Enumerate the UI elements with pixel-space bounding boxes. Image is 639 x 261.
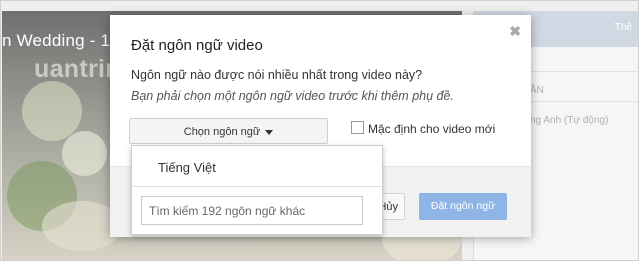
dialog-question: Ngôn ngữ nào được nói nhiều nhất trong v… [131, 68, 423, 82]
choose-language-button[interactable]: Chọn ngôn ngữ [129, 118, 328, 144]
panel-auto-language[interactable]: ng Anh (Tự động) [530, 115, 608, 126]
language-search-input[interactable] [141, 196, 363, 225]
panel-lang-label: ẦN [530, 85, 544, 96]
flower-decoration [22, 81, 82, 141]
default-checkbox[interactable] [351, 121, 364, 134]
dialog-note: Bạn phải chọn một ngôn ngữ video trước k… [131, 89, 454, 103]
caret-down-icon [265, 129, 274, 135]
panel-header-text: Thê [614, 22, 632, 33]
dialog-title: Đặt ngôn ngữ video [131, 37, 263, 54]
video-title: n Wedding - 15 [2, 31, 120, 50]
default-checkbox-label: Mặc định cho video mới [368, 122, 496, 136]
flower-decoration [62, 131, 107, 176]
divider [132, 186, 382, 187]
close-icon[interactable]: ✖ [509, 23, 521, 40]
option-vietnamese[interactable]: Tiếng Việt [158, 160, 216, 175]
set-language-button[interactable]: Đặt ngôn ngữ [419, 193, 507, 220]
choose-language-label: Chọn ngôn ngữ [183, 126, 261, 138]
language-dropdown: Tiếng Việt [131, 145, 383, 235]
